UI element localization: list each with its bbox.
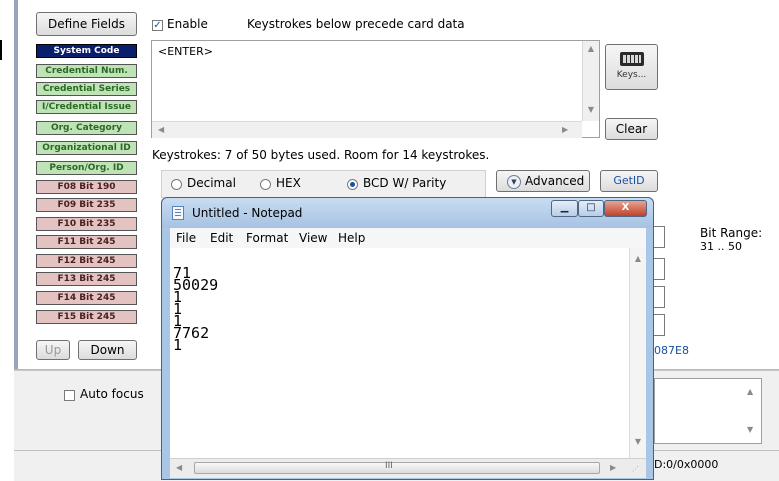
resize-grip-icon[interactable]: ⋰ (632, 465, 639, 473)
label-bcd: BCD W/ Parity (363, 176, 447, 190)
notepad-app-icon (172, 206, 184, 220)
keyboard-icon (620, 52, 644, 66)
close-icon[interactable]: X (604, 200, 647, 217)
field-box-1[interactable] (654, 226, 665, 248)
field-box-3[interactable] (654, 286, 665, 308)
scroll-up-icon[interactable]: ▲ (583, 44, 599, 53)
np-scroll-right-icon[interactable]: ▶ (610, 463, 616, 472)
np-scroll-left-icon[interactable]: ◀ (176, 463, 182, 472)
field-button[interactable]: Person/Org. ID (36, 161, 137, 175)
radio-bcd[interactable] (347, 179, 358, 190)
field-box-4[interactable] (654, 314, 665, 336)
define-fields-button[interactable]: Define Fields (36, 12, 137, 36)
keystrokes-content: <ENTER> (158, 45, 213, 58)
bit-range-value: 31 .. 50 (700, 240, 742, 253)
field-button[interactable]: System Code (36, 44, 137, 58)
notepad-text-area[interactable]: 71 50029 1 1 1 7762 1 ▲ ▼ (170, 248, 646, 458)
keys-button[interactable]: Keys... (605, 44, 658, 90)
log-scroll-up-icon[interactable]: ▲ (747, 387, 753, 396)
minimize-icon[interactable]: ▁ (551, 200, 578, 217)
keys-label: Keys... (616, 70, 647, 80)
hex-value: 087E8 (654, 344, 689, 357)
enable-checkbox[interactable]: ✓ (152, 20, 163, 31)
keystrokes-textarea[interactable]: <ENTER> ▲ ▼ ◀ ▶ (151, 40, 600, 138)
notepad-titlebar[interactable]: Untitled - Notepad ▁ □ X (162, 198, 653, 228)
label-decimal: Decimal (187, 176, 236, 190)
menu-help[interactable]: Help (338, 231, 365, 245)
field-button[interactable]: Credential Num. (36, 64, 137, 78)
log-box[interactable]: ▲ ▼ (654, 378, 762, 444)
np-scroll-up-icon[interactable]: ▲ (630, 254, 646, 263)
field-box-2[interactable] (654, 258, 665, 280)
field-button[interactable]: F08 Bit 190 (36, 180, 137, 194)
textarea-hscroll[interactable]: ◀ ▶ (152, 121, 582, 138)
field-button[interactable]: Organizational ID (36, 141, 137, 155)
edge-mark (0, 40, 2, 60)
np-scroll-grip: III (385, 461, 393, 471)
auto-focus-label: Auto focus (80, 387, 144, 401)
scroll-down-icon[interactable]: ▼ (583, 105, 599, 114)
scroll-right-icon[interactable]: ▶ (562, 125, 568, 134)
down-button[interactable]: Down (78, 340, 137, 360)
up-button[interactable]: Up (36, 340, 70, 360)
menu-view[interactable]: View (299, 231, 327, 245)
notepad-vscroll[interactable]: ▲ ▼ (629, 248, 646, 458)
radio-hex[interactable] (260, 179, 271, 190)
notepad-hscroll[interactable]: ◀ III ▶ ⋰ (170, 458, 646, 478)
keystrokes-description: Keystrokes below precede card data (247, 17, 465, 31)
window-edge (0, 0, 10, 480)
field-button[interactable]: F13 Bit 245 (36, 272, 137, 286)
field-button[interactable]: F14 Bit 245 (36, 291, 137, 305)
advanced-button[interactable]: ▼ Advanced (496, 170, 590, 192)
notepad-title: Untitled - Notepad (192, 206, 303, 220)
scroll-left-icon[interactable]: ◀ (158, 125, 164, 134)
menu-format[interactable]: Format (246, 231, 288, 245)
field-button[interactable]: F09 Bit 235 (36, 198, 137, 212)
field-button[interactable]: Credential Series (36, 82, 137, 96)
status-text: D:0/0x0000 (654, 458, 719, 471)
textarea-vscroll[interactable]: ▲ ▼ (582, 41, 599, 121)
auto-focus-checkbox[interactable] (64, 390, 75, 401)
menu-file[interactable]: File (176, 231, 196, 245)
enable-label: Enable (167, 17, 208, 31)
field-button[interactable]: F12 Bit 245 (36, 254, 137, 268)
field-button[interactable]: F11 Bit 245 (36, 235, 137, 249)
keystrokes-usage: Keystrokes: 7 of 50 bytes used. Room for… (152, 148, 490, 162)
notepad-window[interactable]: Untitled - Notepad ▁ □ X File Edit Forma… (161, 197, 654, 480)
log-scroll-down-icon[interactable]: ▼ (747, 425, 753, 434)
bit-range-label: Bit Range: (700, 226, 763, 240)
label-hex: HEX (276, 176, 301, 190)
field-button[interactable]: Org. Category (36, 121, 137, 135)
field-button[interactable]: F15 Bit 245 (36, 310, 137, 324)
advanced-label: Advanced (525, 174, 585, 188)
np-scroll-thumb[interactable]: III (194, 461, 600, 474)
notepad-content: 71 50029 1 1 1 7762 1 (173, 266, 218, 353)
field-button[interactable]: I/Credential Issue (36, 100, 137, 114)
field-button[interactable]: F10 Bit 235 (36, 217, 137, 231)
getid-button[interactable]: GetID (600, 170, 658, 192)
notepad-menubar: File Edit Format View Help (170, 228, 646, 249)
chevron-down-icon: ▼ (507, 175, 521, 189)
clear-button[interactable]: Clear (605, 118, 658, 140)
radio-decimal[interactable] (171, 179, 182, 190)
np-scroll-down-icon[interactable]: ▼ (630, 437, 646, 446)
maximize-icon[interactable]: □ (578, 200, 604, 217)
menu-edit[interactable]: Edit (210, 231, 233, 245)
